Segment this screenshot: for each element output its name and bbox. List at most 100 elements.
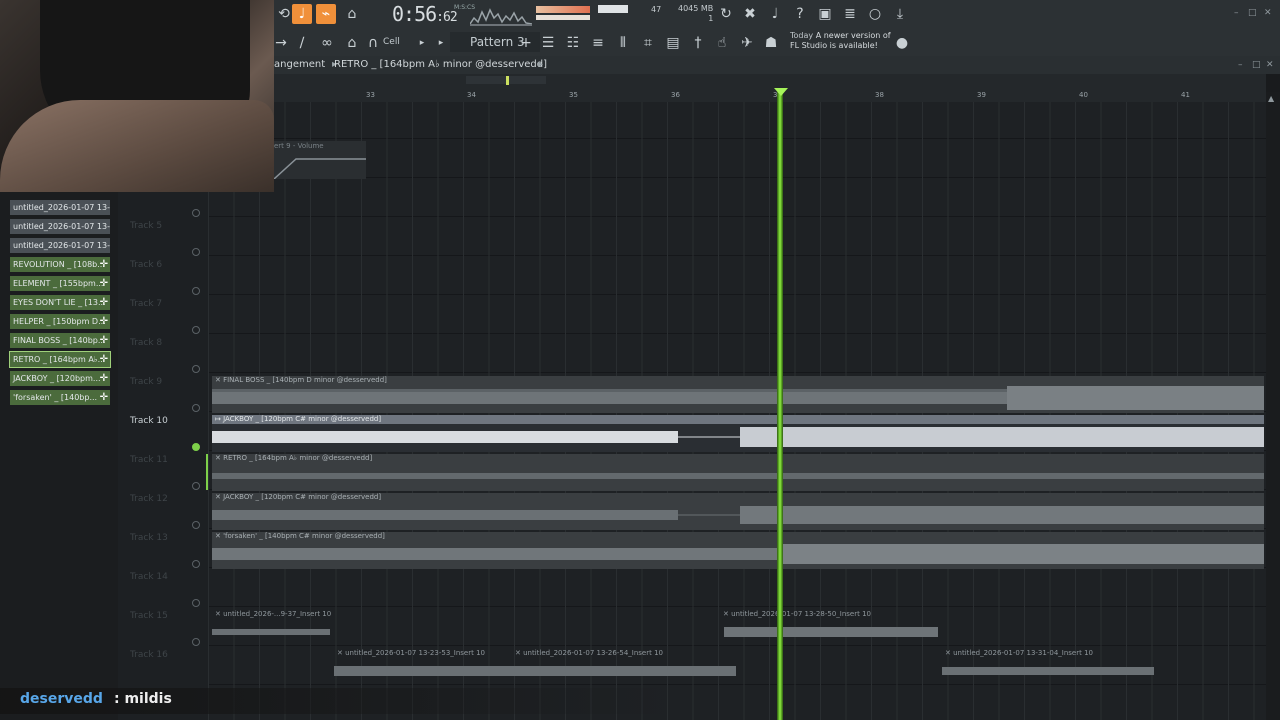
track-mute-toggle[interactable] (192, 287, 200, 295)
track-mute-toggle[interactable] (192, 404, 200, 412)
track-label[interactable]: Track 5 (130, 221, 162, 231)
link-icon[interactable]: ∞ (317, 33, 337, 53)
arrow-right-icon[interactable]: → (271, 33, 291, 53)
drag-handle-icon[interactable]: ✛ (100, 295, 108, 310)
track-mute-toggle[interactable] (192, 521, 200, 529)
track-label[interactable]: Track 7 (130, 299, 162, 309)
track-label[interactable]: Track 14 (130, 572, 168, 582)
paint-brush-icon[interactable]: ∕ (292, 33, 312, 53)
scroll-up-icon[interactable]: ▲ (1268, 94, 1274, 103)
mixer-icon[interactable]: ≣ (840, 4, 860, 24)
tools-icon[interactable]: ✖ (740, 4, 760, 24)
snap-dropdown-icon[interactable]: ▸ (412, 33, 432, 53)
browser-item[interactable]: HELPER _ [150bpm D... ✛ (10, 314, 110, 329)
track-mute-toggle[interactable] (192, 560, 200, 568)
playlist-close-icon[interactable]: ✕ (1266, 60, 1274, 70)
minimize-icon[interactable]: – (1234, 8, 1239, 18)
pattern-prev-icon[interactable]: ▸ (431, 33, 451, 53)
touch-icon[interactable]: ☝ (712, 33, 732, 53)
audio-clip[interactable]: ✕ FINAL BOSS _ [140bpm D minor @desserve… (212, 376, 1264, 413)
browser-item[interactable]: ELEMENT _ [155bpm... ✛ (10, 276, 110, 291)
track-label[interactable]: Track 12 (130, 494, 168, 504)
help-icon[interactable]: ? (790, 4, 810, 24)
track-mute-toggle[interactable] (192, 443, 200, 451)
audio-clip-small[interactable]: ✕ untitled_2026-...9-37_Insert 10 (212, 610, 332, 647)
track-label[interactable]: Track 9 (130, 377, 162, 387)
track-label[interactable]: Track 11 (130, 455, 168, 465)
playlist-minimize-icon[interactable]: – (1238, 60, 1243, 70)
track-label[interactable]: Track 8 (130, 338, 162, 348)
piano-roll-icon[interactable]: ☷ (563, 33, 583, 53)
microphone-icon[interactable]: ♩ (765, 4, 785, 24)
audio-clip[interactable]: ✕ JACKBOY _ [120bpm C# minor @desservedd… (212, 493, 1264, 530)
drag-handle-icon[interactable]: ✛ (100, 371, 108, 386)
plugin-picker-icon[interactable]: † (688, 33, 708, 53)
drag-handle-icon[interactable]: ✛ (100, 333, 108, 348)
save-icon[interactable]: ▣ (815, 4, 835, 24)
snap-select[interactable]: Cell (383, 37, 400, 47)
restore-icon[interactable]: □ (1248, 8, 1257, 18)
clip-name: ✕ untitled_2026-01-07 13-23-53_Insert 10 (337, 649, 485, 657)
track-label[interactable]: Track 15 (130, 611, 168, 621)
browser-item[interactable]: REVOLUTION _ [108b... ✛ (10, 257, 110, 272)
close-icon[interactable]: ✕ (1264, 8, 1272, 18)
automation-clip[interactable]: ert 9 - Volume (274, 141, 366, 179)
drag-handle-icon[interactable]: ✛ (100, 352, 108, 367)
tempo-tapper-icon[interactable]: ✈ (737, 33, 757, 53)
drag-handle-icon[interactable]: ✛ (100, 314, 108, 329)
wait-record-button[interactable]: ⌁ (316, 4, 336, 24)
download-icon[interactable]: ⤓ (890, 4, 910, 24)
countdown-button[interactable]: ⌂ (342, 4, 362, 24)
loop-icon[interactable]: ⟲ (274, 4, 294, 24)
playhead-marker-icon[interactable] (774, 88, 788, 96)
browser-item[interactable]: JACKBOY _ [120bpm... ✛ (10, 371, 110, 386)
track-label-active[interactable]: Track 10 (130, 416, 168, 426)
audio-clip-selected[interactable]: ↦ JACKBOY _ [120bpm C# minor @desservedd… (212, 415, 1264, 452)
browser-item[interactable]: EYES DON'T LIE _ [13... ✛ (10, 295, 110, 310)
audio-clip-small[interactable]: ✕ untitled_2026-01-07 13-26-54_Insert 10 (512, 649, 738, 686)
drag-handle-icon[interactable]: ✛ (100, 257, 108, 272)
add-pattern-icon[interactable]: + (516, 33, 536, 53)
track-mute-toggle[interactable] (192, 326, 200, 334)
track-label[interactable]: Track 16 (130, 650, 168, 660)
drag-handle-icon[interactable]: ✛ (100, 390, 108, 405)
browser-item[interactable]: FINAL BOSS _ [140bp... ✛ (10, 333, 110, 348)
vertical-scrollbar[interactable] (1266, 92, 1280, 720)
browser-item-selected[interactable]: RETRO _ [164bpm A♭... ✛ (9, 351, 111, 368)
audio-clip-small[interactable]: ✕ untitled_2026-01-07 13-31-04_Insert 10 (942, 649, 1156, 686)
metronome-button[interactable]: ♩ (292, 4, 312, 24)
track-mute-toggle[interactable] (192, 248, 200, 256)
playhead[interactable] (777, 92, 783, 720)
mixer-faders-icon[interactable]: ⫴ (613, 33, 633, 53)
browser-item[interactable]: untitled_2026-01-07 13-... (10, 200, 110, 215)
track-mute-toggle[interactable] (192, 209, 200, 217)
timeline-ruler[interactable] (274, 74, 1266, 103)
channel-rack-icon[interactable]: ≡ (588, 33, 608, 53)
stamp-icon[interactable]: ⌂ (342, 33, 362, 53)
audio-clip-small[interactable]: ✕ untitled_2026-01-07 13-23-53_Insert 10 (334, 649, 514, 686)
magnet-icon[interactable]: ∩ (363, 33, 383, 53)
reset-icon[interactable]: ↻ (716, 4, 736, 24)
drag-handle-icon[interactable]: ✛ (100, 276, 108, 291)
audio-clip[interactable]: ✕ 'forsaken' _ [140bpm C# minor @desserv… (212, 532, 1264, 569)
playlist-icon[interactable]: ☰ (538, 33, 558, 53)
playlist-restore-icon[interactable]: □ (1252, 60, 1261, 70)
audio-clip-small[interactable]: ✕ untitled_2026-01-07 13-28-50_Insert 10 (720, 610, 942, 647)
globe-icon[interactable]: ● (892, 33, 912, 53)
track-label[interactable]: Track 13 (130, 533, 168, 543)
breadcrumb-song[interactable]: RETRO _ [164bpm A♭ minor @desservedd] (334, 59, 547, 70)
shop-icon[interactable]: ☗ (761, 33, 781, 53)
browser-item[interactable]: untitled_2026-01-07 13-... (10, 219, 110, 234)
browser-icon[interactable]: ⌗ (638, 33, 658, 53)
chat-icon[interactable]: ○ (865, 4, 885, 24)
track-mute-toggle[interactable] (192, 365, 200, 373)
track-mute-toggle[interactable] (192, 638, 200, 646)
browser-item[interactable]: 'forsaken' _ [140bp... ✛ (10, 390, 110, 405)
track-mute-toggle[interactable] (192, 599, 200, 607)
news-panel[interactable]: Today A newer version of FL Studio is ava… (790, 31, 891, 51)
audio-clip[interactable]: ✕ RETRO _ [164bpm A♭ minor @desservedd] (212, 454, 1264, 491)
track-mute-toggle[interactable] (192, 482, 200, 490)
track-label[interactable]: Track 6 (130, 260, 162, 270)
plugin-icon[interactable]: ▤ (663, 33, 683, 53)
browser-item[interactable]: untitled_2026-01-07 13-... (10, 238, 110, 253)
